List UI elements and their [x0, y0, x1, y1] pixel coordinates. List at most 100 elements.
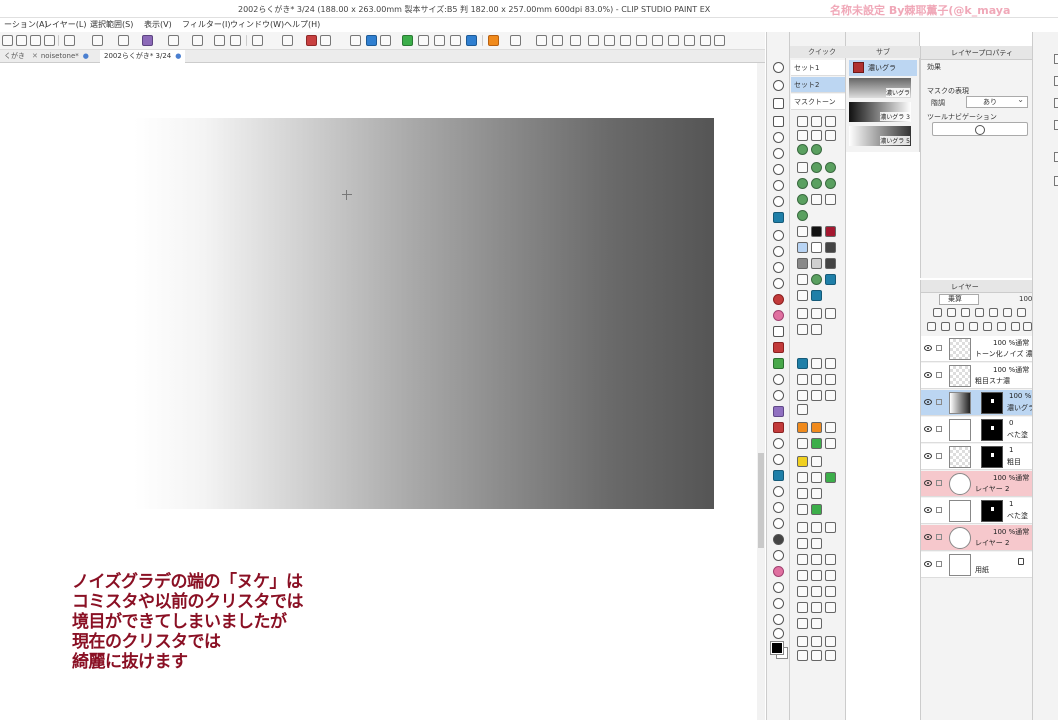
selection-icon[interactable]: [282, 35, 293, 46]
fill-tool-icon[interactable]: [773, 230, 784, 241]
frame-c-icon[interactable]: [825, 570, 836, 581]
layer-row[interactable]: 100 %通常 レイヤー 2: [921, 525, 1033, 551]
brush-preview-2[interactable]: 濃いグラ 3: [849, 102, 911, 122]
layer-d-icon[interactable]: [797, 538, 808, 549]
layer-lock-icon[interactable]: [936, 534, 942, 540]
subtool-tab-label[interactable]: クイック: [808, 47, 836, 57]
grid-a-icon[interactable]: [797, 586, 808, 597]
dock-icon[interactable]: [1054, 176, 1058, 186]
lock-icon[interactable]: [933, 308, 942, 317]
visibility-eye-icon[interactable]: [924, 399, 932, 405]
folder-icon[interactable]: [536, 35, 547, 46]
blue-frame-icon[interactable]: [466, 35, 477, 46]
opacity-value[interactable]: 100: [1019, 295, 1032, 303]
drop-tool-icon[interactable]: [773, 262, 784, 273]
green-fill-tool-icon[interactable]: [773, 358, 784, 369]
bucket-tool-icon[interactable]: [773, 246, 784, 257]
clip-icon[interactable]: [947, 308, 956, 317]
visibility-eye-icon[interactable]: [924, 345, 932, 351]
brush-preview-1[interactable]: 濃いグラ: [849, 78, 911, 98]
zoom-tool-icon[interactable]: [773, 62, 784, 73]
flower-tool-icon[interactable]: [773, 566, 784, 577]
eraser-tool-icon[interactable]: [773, 132, 784, 143]
orange-icon[interactable]: [488, 35, 499, 46]
canvas-icon[interactable]: [92, 35, 103, 46]
yellow-text-icon[interactable]: [797, 456, 808, 467]
dock-icon[interactable]: [1054, 120, 1058, 130]
eyedropper-tool-icon[interactable]: [773, 598, 784, 609]
palette-icon[interactable]: [1003, 308, 1012, 317]
save-icon[interactable]: [30, 35, 41, 46]
gray-swatch-icon[interactable]: [797, 258, 808, 269]
lasso-icon[interactable]: [811, 116, 822, 127]
tone-green-icon[interactable]: [811, 144, 822, 155]
open-icon[interactable]: [16, 35, 27, 46]
copy-icon[interactable]: [230, 35, 241, 46]
tone-c-icon[interactable]: [797, 178, 808, 189]
set-item-1[interactable]: セット1: [791, 60, 845, 76]
pen-icon[interactable]: [620, 35, 631, 46]
select-layer-icon[interactable]: [320, 35, 331, 46]
pencil-tool-icon[interactable]: [773, 180, 784, 191]
figure-tool-icon[interactable]: [773, 342, 784, 353]
triangle-icon[interactable]: [825, 438, 836, 449]
tone-a-icon[interactable]: [811, 162, 822, 173]
mask-create-icon[interactable]: [997, 322, 1006, 331]
slash-icon[interactable]: [797, 274, 808, 285]
gradient-green-icon[interactable]: [811, 504, 822, 515]
set-item-mask-tone[interactable]: マスクトーン: [791, 94, 845, 110]
move-alt-icon[interactable]: [811, 130, 822, 141]
layer-e-icon[interactable]: [811, 538, 822, 549]
green-bucket-icon[interactable]: [811, 438, 822, 449]
dotted-rect-icon[interactable]: [825, 116, 836, 127]
layer-g-icon[interactable]: [811, 554, 822, 565]
layer-lock-icon[interactable]: [936, 480, 942, 486]
sparkle-tool-icon[interactable]: [773, 582, 784, 593]
blue-tool-icon[interactable]: [773, 212, 784, 223]
gear-icon[interactable]: [1017, 308, 1026, 317]
refresh-icon[interactable]: [570, 35, 581, 46]
layer-lock-icon[interactable]: [936, 372, 942, 378]
pen-a-icon[interactable]: [797, 162, 808, 173]
layer-move-tool-icon[interactable]: [773, 518, 784, 529]
pattern-icon[interactable]: [811, 472, 822, 483]
layer-h-icon[interactable]: [825, 554, 836, 565]
layer-f-icon[interactable]: [797, 554, 808, 565]
layer-row[interactable]: 100 %通常 レイヤー 2: [921, 471, 1033, 497]
export-b-icon[interactable]: [811, 650, 822, 661]
undo-icon[interactable]: [252, 35, 263, 46]
lasso-icon[interactable]: [306, 35, 317, 46]
copy-a-icon[interactable]: [797, 602, 808, 613]
lightblue-swatch-icon[interactable]: [797, 242, 808, 253]
gradient-tool-icon[interactable]: [773, 326, 784, 337]
export-icon[interactable]: [44, 35, 55, 46]
spiral-tool-icon[interactable]: [773, 278, 784, 289]
maroon-swatch-icon[interactable]: [825, 226, 836, 237]
gradient-a-icon[interactable]: [797, 504, 808, 515]
charcoal-swatch-icon[interactable]: [825, 258, 836, 269]
bucket-a-icon[interactable]: [797, 438, 808, 449]
number-tool-icon[interactable]: [773, 534, 784, 545]
black-swatch-icon[interactable]: [811, 226, 822, 237]
transfer-icon[interactable]: [969, 322, 978, 331]
ink-a-icon[interactable]: [797, 374, 808, 385]
line-draw-tool-icon[interactable]: [773, 614, 784, 625]
text-tool-icon[interactable]: [773, 406, 784, 417]
menu-help[interactable]: ヘルプ(H): [284, 19, 320, 30]
blend-tool-icon[interactable]: [773, 148, 784, 159]
gradation-select[interactable]: あり: [966, 95, 1028, 108]
layer-row-selected[interactable]: 100 % 濃いグラ: [921, 390, 1035, 416]
snap-icon[interactable]: [380, 35, 391, 46]
white-swatch-icon[interactable]: [811, 242, 822, 253]
transform-icon[interactable]: [192, 35, 203, 46]
tone-red-icon[interactable]: [797, 144, 808, 155]
grass-tool-icon[interactable]: [773, 550, 784, 561]
layer-a-icon[interactable]: [797, 522, 808, 533]
brush-icon[interactable]: [636, 35, 647, 46]
red-stamp-icon[interactable]: [825, 358, 836, 369]
drop-a-icon[interactable]: [797, 390, 808, 401]
dock-icon[interactable]: [1054, 76, 1058, 86]
layer-lock-icon[interactable]: [936, 399, 942, 405]
delete-icon[interactable]: [797, 472, 808, 483]
frame-icon[interactable]: [450, 35, 461, 46]
